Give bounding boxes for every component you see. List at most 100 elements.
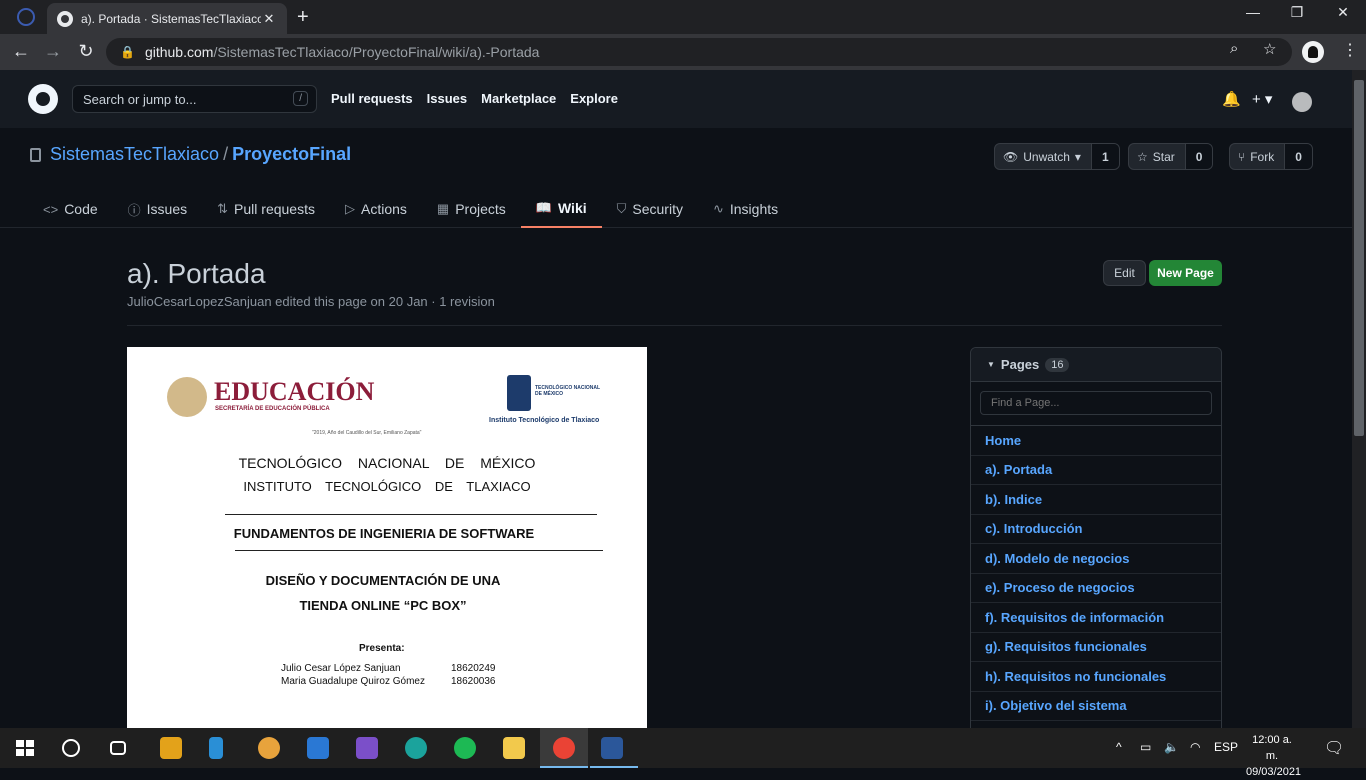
fork-label: Fork bbox=[1250, 149, 1275, 164]
sidebar-item-requisitos-no-funcionales[interactable]: h). Requisitos no funcionales bbox=[971, 662, 1221, 692]
nav-issues[interactable]: Issues bbox=[427, 91, 467, 106]
notifications-icon[interactable]: 🗨 bbox=[1324, 738, 1344, 758]
task-view-icon[interactable] bbox=[110, 741, 126, 755]
sidebar-item-home[interactable]: Home bbox=[971, 426, 1221, 456]
tab-pull-requests[interactable]: ⇅ Pull requests bbox=[202, 190, 330, 228]
tab-actions[interactable]: ▷ Actions bbox=[330, 190, 422, 228]
search-input[interactable]: Search or jump to... / bbox=[72, 85, 317, 113]
graph-icon: ∿ bbox=[712, 201, 724, 216]
doc-subject: FUNDAMENTOS DE INGENIERIA DE SOFTWARE bbox=[233, 526, 535, 541]
user-avatar[interactable] bbox=[1292, 92, 1312, 112]
tab-issues[interactable]: ⓘ Issues bbox=[113, 190, 202, 228]
forward-icon[interactable]: → bbox=[42, 41, 64, 62]
bookmark-star-icon[interactable]: ☆ bbox=[1263, 40, 1276, 58]
caret-down-icon: ▼ bbox=[987, 360, 995, 369]
search-shortcut-hint: / bbox=[293, 91, 308, 106]
spotify-icon[interactable] bbox=[454, 737, 476, 759]
doc-presenta: Presenta: bbox=[359, 643, 405, 654]
sidebar-item-requisitos-informacion[interactable]: f). Requisitos de información bbox=[971, 603, 1221, 633]
sep-subtitle: SECRETARÍA DE EDUCACIÓN PÚBLICA bbox=[215, 406, 330, 412]
tab-code[interactable]: <> Code bbox=[28, 190, 113, 228]
battery-icon[interactable]: ▭ bbox=[1140, 740, 1151, 754]
store-icon[interactable] bbox=[160, 737, 182, 759]
unwatch-button[interactable]: 👁 Unwatch ▾ 1 bbox=[994, 143, 1120, 170]
sidebar-item-modelo-negocios[interactable]: d). Modelo de negocios bbox=[971, 544, 1221, 574]
author-name: Julio Cesar López Sanjuan bbox=[281, 663, 401, 674]
pages-header[interactable]: ▼ Pages 16 bbox=[971, 348, 1221, 382]
watchers-count[interactable]: 1 bbox=[1090, 144, 1119, 169]
tnm-logo bbox=[507, 375, 531, 411]
notifications-bell-icon[interactable]: 🔔 bbox=[1222, 90, 1241, 108]
tab-close-icon[interactable]: ✕ bbox=[261, 11, 277, 27]
stars-count[interactable]: 0 bbox=[1184, 144, 1213, 169]
fork-button[interactable]: ⑂ Fork 0 bbox=[1229, 143, 1313, 170]
sidebar-item-proceso-negocios[interactable]: e). Proceso de negocios bbox=[971, 574, 1221, 603]
sidebar-item-objetivo-sistema[interactable]: i). Objetivo del sistema bbox=[971, 692, 1221, 721]
word-icon[interactable] bbox=[601, 737, 623, 759]
visual-studio-icon[interactable] bbox=[356, 737, 378, 759]
tab-security[interactable]: ⛉ Security bbox=[602, 190, 698, 228]
tab-insights[interactable]: ∿ Insights bbox=[698, 190, 793, 228]
window-close-icon[interactable]: ✕ bbox=[1320, 4, 1366, 21]
pages-count-badge: 16 bbox=[1045, 357, 1070, 372]
sidebar-item-portada[interactable]: a). Portada bbox=[971, 456, 1221, 485]
file-explorer-icon[interactable] bbox=[503, 737, 525, 759]
page-scrollbar[interactable] bbox=[1352, 70, 1366, 728]
forks-count[interactable]: 0 bbox=[1284, 144, 1312, 169]
repo-name-link[interactable]: ProyectoFinal bbox=[232, 144, 351, 164]
motto: "2019, Año del Caudillo del Sur, Emilian… bbox=[312, 430, 422, 436]
volume-icon[interactable]: 🔈 bbox=[1164, 740, 1179, 754]
github-header: Search or jump to... / Pull requests Iss… bbox=[0, 70, 1352, 128]
dev-app-icon[interactable] bbox=[209, 737, 223, 759]
reload-icon[interactable]: ↻ bbox=[75, 41, 97, 62]
nav-pull-requests[interactable]: Pull requests bbox=[331, 91, 413, 106]
music-player-icon[interactable] bbox=[258, 737, 280, 759]
app-logo-icon bbox=[17, 8, 35, 26]
edit-button[interactable]: Edit bbox=[1103, 260, 1146, 286]
tab-wiki[interactable]: 📖 Wiki bbox=[520, 190, 602, 228]
scrollbar-thumb[interactable] bbox=[1354, 80, 1364, 436]
new-tab-button[interactable]: + bbox=[297, 6, 309, 29]
chevron-up-icon[interactable]: ^ bbox=[1116, 740, 1122, 754]
clock-date: 09/03/2021 bbox=[1246, 766, 1302, 778]
code-icon: <> bbox=[43, 201, 59, 217]
windows-taskbar: ^ ▭ 🔈 ◠ ESP 12:00 a. m. 09/03/2021 🗨 bbox=[0, 728, 1366, 778]
star-label: Star bbox=[1152, 149, 1175, 164]
repo-separator: / bbox=[223, 144, 229, 164]
find-page-input[interactable] bbox=[980, 391, 1212, 415]
windows-start-icon[interactable] bbox=[14, 737, 36, 759]
chrome-menu-icon[interactable]: ⋮ bbox=[1342, 40, 1358, 60]
github-logo-icon[interactable] bbox=[28, 84, 58, 114]
back-icon[interactable]: ← bbox=[10, 41, 32, 62]
new-page-button[interactable]: New Page bbox=[1149, 260, 1222, 286]
create-new-plus-icon[interactable]: + ▾ bbox=[1252, 90, 1272, 108]
address-bar[interactable]: 🔒 github.com /SistemasTecTlaxiaco/Proyec… bbox=[106, 38, 1292, 66]
eye-icon: 👁 bbox=[1003, 149, 1019, 164]
edge-icon[interactable] bbox=[405, 737, 427, 759]
sidebar-item-requisitos-funcionales[interactable]: g). Requisitos funcionales bbox=[971, 633, 1221, 662]
nav-marketplace[interactable]: Marketplace bbox=[481, 91, 556, 106]
nav-explore[interactable]: Explore bbox=[570, 91, 618, 106]
wifi-icon[interactable]: ◠ bbox=[1190, 740, 1200, 754]
doc-author: Maria Guadalupe Quiroz Gómez 18620036 bbox=[281, 676, 496, 687]
tab-projects[interactable]: ▦ Projects bbox=[422, 190, 521, 228]
restore-icon[interactable]: ❐ bbox=[1274, 4, 1320, 21]
system-clock[interactable]: 12:00 a. m. 09/03/2021 bbox=[1246, 732, 1302, 780]
mail-icon[interactable] bbox=[307, 737, 329, 759]
doc-title-line2: TIENDA ONLINE “PC BOX” bbox=[299, 598, 467, 613]
browser-tab[interactable]: a). Portada · SistemasTecTlaxiaco/ ✕ bbox=[47, 3, 287, 34]
sidebar-item-indice[interactable]: b). Indice bbox=[971, 485, 1221, 515]
minimize-icon[interactable]: — bbox=[1230, 4, 1276, 20]
play-icon: ▷ bbox=[344, 201, 355, 216]
repo-title: SistemasTecTlaxiaco / ProyectoFinal bbox=[50, 144, 351, 165]
search-icon[interactable] bbox=[62, 739, 80, 757]
language-indicator[interactable]: ESP bbox=[1214, 740, 1238, 754]
star-button[interactable]: ☆ Star 0 bbox=[1128, 143, 1214, 170]
url-host: github.com bbox=[144, 44, 214, 60]
sidebar-item-introduccion[interactable]: c). Introducción bbox=[971, 515, 1221, 544]
repo-owner-link[interactable]: SistemasTecTlaxiaco bbox=[50, 144, 219, 164]
chrome-profile-avatar[interactable] bbox=[1302, 41, 1324, 63]
repo-icon bbox=[30, 148, 41, 162]
chrome-icon[interactable] bbox=[553, 737, 575, 759]
zoom-icon[interactable]: ⌕ bbox=[1230, 40, 1238, 57]
